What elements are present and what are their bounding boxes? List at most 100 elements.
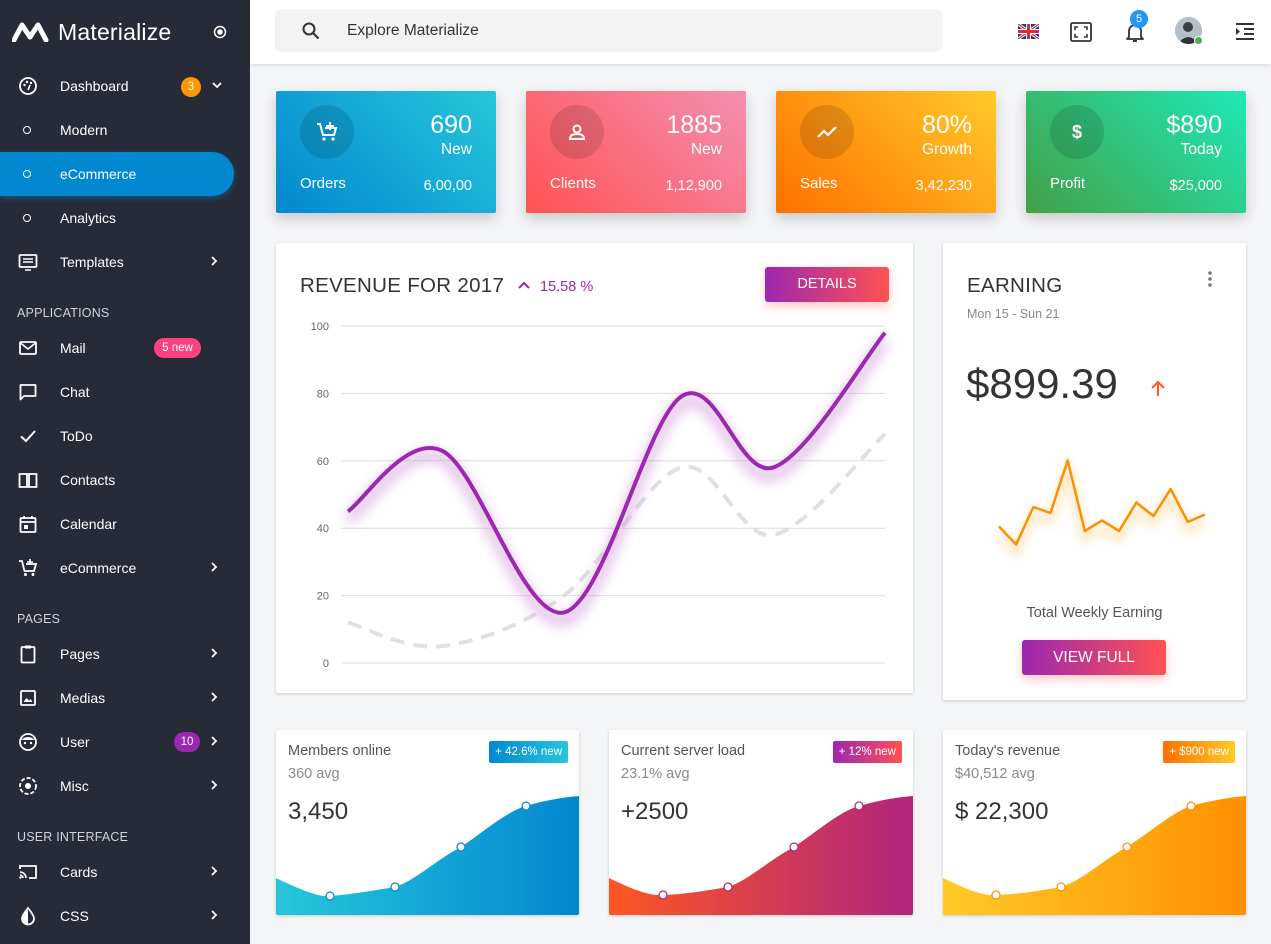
mini-card-sub: $40,512 avg: [955, 766, 1035, 782]
earning-date-range: Mon 15 - Sun 21: [967, 307, 1060, 321]
revenue-change: 15.58 %: [540, 279, 594, 295]
mini-card-badge: + $900 new: [1163, 741, 1235, 763]
cart-plus-icon: [19, 559, 38, 576]
chart-point: [1186, 801, 1196, 811]
y-tick-label: 60: [317, 456, 329, 468]
earning-amount: $899.39: [966, 360, 1118, 407]
y-tick-label: 100: [311, 321, 329, 333]
sidebar-item-modern[interactable]: Modern: [0, 108, 250, 152]
search-bar[interactable]: [275, 9, 942, 52]
stat-label: Orders: [300, 175, 346, 192]
sidebar-item-label: Mail: [60, 340, 86, 356]
sidebar: Materialize Dashboard 3 Modern eCommerce…: [0, 0, 250, 944]
more-vert-icon[interactable]: [1208, 271, 1212, 287]
stat-subtitle: Growth: [922, 141, 972, 158]
chart-point: [390, 882, 400, 892]
fullscreen-icon[interactable]: [1070, 22, 1092, 42]
mini-card-todays-revenue: Today's revenue $40,512 avg $ 22,300 + $…: [943, 730, 1246, 915]
sidebar-item-label: eCommerce: [60, 166, 137, 182]
stat-icon-circle: $: [1050, 105, 1104, 159]
sidebar-item-ecommerce-dashboard[interactable]: eCommerce: [0, 152, 234, 196]
revenue-title: REVENUE FOR 2017: [300, 274, 505, 297]
stat-label: Sales: [800, 175, 838, 192]
chart-point: [1056, 882, 1066, 892]
stat-icon-circle: [550, 105, 604, 159]
cart-plus-icon: [317, 122, 338, 141]
menu-indent-icon[interactable]: [1235, 22, 1255, 41]
sidebar-item-analytics[interactable]: Analytics: [0, 196, 250, 240]
sidebar-item-label: Analytics: [60, 210, 117, 226]
sidebar-item-chat[interactable]: Chat: [0, 370, 250, 414]
online-status-dot: [1194, 36, 1203, 45]
stat-label: Profit: [1050, 175, 1086, 192]
series-line-glow: [344, 336, 890, 627]
stat-card-profit[interactable]: $ $890 Today Profit $25,000: [1026, 91, 1246, 213]
sidebar-item-label: Dashboard: [60, 78, 129, 94]
top-header: 5: [250, 0, 1271, 64]
view-full-button[interactable]: VIEW FULL: [1022, 640, 1166, 675]
search-input[interactable]: [347, 20, 907, 42]
sidebar-collapse-icon[interactable]: [213, 25, 227, 39]
sidebar-item-contacts[interactable]: Contacts: [0, 458, 250, 502]
sidebar-item-label: Medias: [60, 690, 106, 706]
clipboard-icon: [20, 645, 36, 664]
sidebar-item-templates[interactable]: Templates: [0, 240, 250, 284]
person-icon: [568, 124, 586, 140]
search-icon[interactable]: [301, 21, 321, 41]
stat-card-orders[interactable]: 690 New Orders 6,00,00: [276, 91, 496, 213]
calendar-icon: [19, 516, 37, 533]
earning-title: EARNING: [967, 274, 1063, 297]
chart-point: [456, 842, 466, 852]
earning-caption: Total Weekly Earning: [1026, 605, 1163, 621]
mini-card-title: Current server load: [621, 743, 746, 759]
sidebar-item-label: Templates: [60, 254, 124, 270]
stat-icon-circle: [300, 105, 354, 159]
mini-card-value: $ 22,300: [955, 798, 1049, 825]
y-tick-label: 40: [317, 523, 329, 535]
stat-label: Clients: [550, 175, 596, 192]
brand[interactable]: Materialize: [0, 0, 250, 64]
stat-card-clients[interactable]: 1885 New Clients 1,12,900: [526, 91, 746, 213]
y-tick-label: 80: [317, 388, 329, 400]
user-count-badge: 10: [174, 732, 200, 752]
sidebar-item-css[interactable]: CSS: [0, 894, 250, 938]
revenue-card: 0 20 40 60 80 100 REVENUE FOR 2017 15.58 % DE…: [276, 243, 913, 693]
sidebar-item-pages[interactable]: Pages: [0, 632, 250, 676]
uk-flag-icon[interactable]: [1018, 24, 1039, 39]
sidebar-item-cards[interactable]: Cards: [0, 850, 250, 894]
sidebar-item-mail[interactable]: Mail 5 new: [0, 326, 250, 370]
svg-text:$: $: [1072, 122, 1082, 142]
stat-card-sales[interactable]: 80% Growth Sales 3,42,230: [776, 91, 996, 213]
y-tick-label: 0: [323, 658, 329, 670]
chat-icon: [19, 384, 37, 401]
circle-icon: [23, 126, 31, 134]
sidebar-item-medias[interactable]: Medias: [0, 676, 250, 720]
mail-icon: [19, 341, 37, 355]
chart-point: [723, 882, 733, 892]
sidebar-item-todo[interactable]: ToDo: [0, 414, 250, 458]
image-icon: [20, 690, 36, 706]
dollar-icon: $: [1072, 122, 1082, 142]
stat-number: $890: [1166, 111, 1222, 139]
chevron-down-icon[interactable]: [211, 79, 223, 91]
sidebar-item-ecommerce[interactable]: eCommerce: [0, 546, 250, 590]
details-button[interactable]: DETAILS: [765, 267, 889, 302]
y-tick-label: 20: [317, 591, 329, 603]
sidebar-item-dashboard[interactable]: Dashboard 3: [0, 64, 250, 108]
mini-card-value: +2500: [621, 798, 689, 825]
sidebar-item-user[interactable]: User 10: [0, 720, 250, 764]
chart-point: [521, 801, 531, 811]
sidebar-item-label: CSS: [60, 908, 89, 924]
dashboard-icon: [19, 77, 37, 95]
check-icon: [20, 430, 36, 443]
sidebar-item-label: ToDo: [60, 428, 93, 444]
sidebar-item-label: eCommerce: [60, 560, 137, 576]
sidebar-item-misc[interactable]: Misc: [0, 764, 250, 808]
chevron-right-icon: [211, 648, 218, 658]
stat-icon-circle: [800, 105, 854, 159]
templates-icon: [18, 254, 38, 271]
chevron-right-icon: [211, 910, 218, 920]
sidebar-item-calendar[interactable]: Calendar: [0, 502, 250, 546]
chart-point: [854, 801, 864, 811]
mini-card-title: Today's revenue: [955, 743, 1061, 759]
